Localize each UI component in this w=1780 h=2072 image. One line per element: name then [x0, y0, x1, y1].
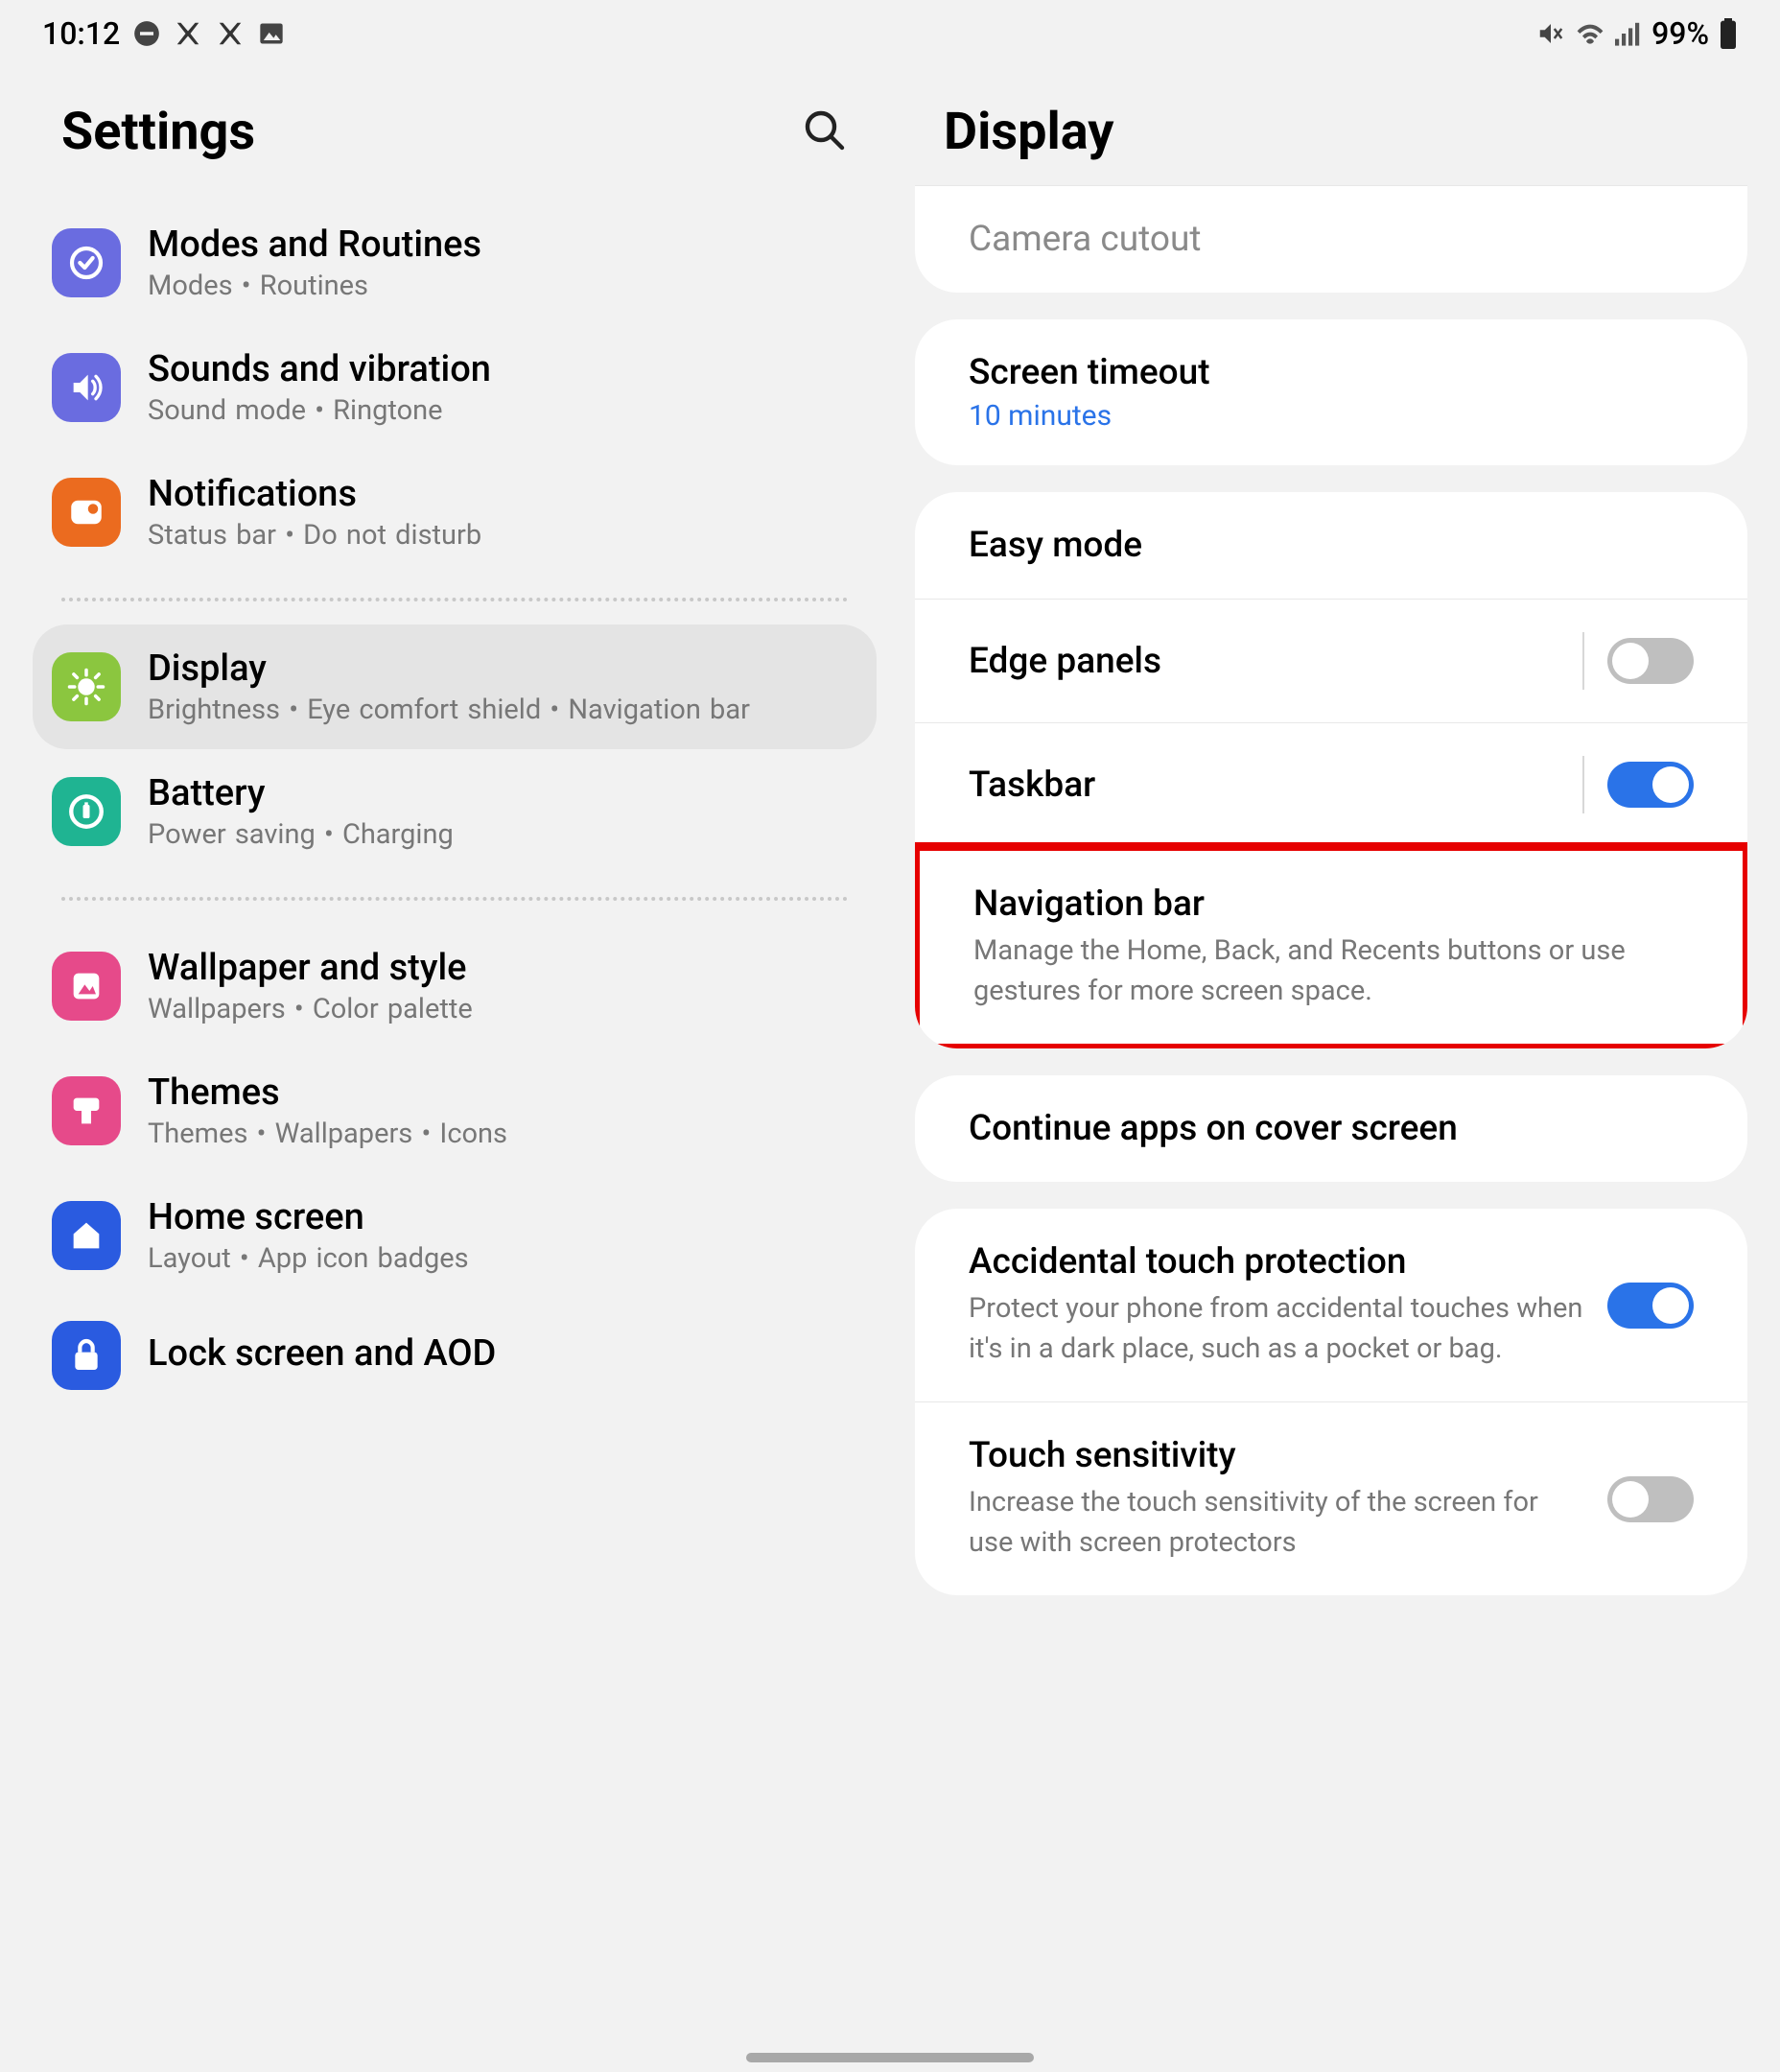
settings-item-subtitle: Status bar • Do not disturb	[148, 519, 857, 552]
taskbar-toggle[interactable]	[1607, 762, 1694, 808]
routines-icon	[52, 228, 121, 297]
card-value: 10 minutes	[969, 399, 1694, 433]
themes-icon	[52, 1076, 121, 1145]
card-title: Camera cutout	[969, 219, 1694, 260]
settings-title: Settings	[61, 102, 255, 162]
display-title: Display	[944, 102, 1113, 162]
divider	[61, 897, 848, 901]
signal-icon	[1615, 21, 1642, 46]
card-title: Continue apps on cover screen	[969, 1108, 1694, 1149]
card-display-options: Easy mode Edge panels Taskbar Navigation…	[915, 492, 1747, 1048]
settings-item-title: Themes	[148, 1071, 857, 1114]
settings-item-subtitle: Sound mode • Ringtone	[148, 394, 857, 427]
toggle-divider	[1582, 756, 1584, 813]
settings-item-themes[interactable]: Themes Themes • Wallpapers • Icons	[33, 1048, 877, 1173]
toggle-divider	[1582, 632, 1584, 690]
settings-item-subtitle: Power saving • Charging	[148, 818, 857, 851]
item-continue-apps[interactable]: Continue apps on cover screen	[915, 1075, 1747, 1182]
display-pane: Display Camera cutout Screen timeout 10 …	[915, 63, 1747, 1622]
card-screen-timeout: Screen timeout 10 minutes	[915, 319, 1747, 465]
sounds-icon	[52, 353, 121, 422]
card-title: Edge panels	[969, 641, 1161, 682]
home-indicator[interactable]	[746, 2053, 1034, 2062]
card-continue-apps: Continue apps on cover screen	[915, 1075, 1747, 1182]
card-touch: Accidental touch protection Protect your…	[915, 1209, 1747, 1595]
x-app-icon	[174, 19, 202, 48]
home-screen-icon	[52, 1201, 121, 1270]
wifi-icon	[1575, 20, 1605, 47]
settings-item-sounds[interactable]: Sounds and vibration Sound mode • Ringto…	[33, 325, 877, 450]
settings-item-title: Display	[148, 648, 857, 690]
settings-item-title: Home screen	[148, 1196, 857, 1238]
settings-item-subtitle: Modes • Routines	[148, 270, 857, 302]
settings-item-subtitle: Layout • App icon badges	[148, 1242, 857, 1275]
settings-item-title: Lock screen and AOD	[148, 1332, 857, 1375]
settings-item-subtitle: Wallpapers • Color palette	[148, 993, 857, 1025]
settings-item-title: Wallpaper and style	[148, 947, 857, 989]
wallpaper-icon	[52, 952, 121, 1021]
accidental-touch-toggle[interactable]	[1607, 1283, 1694, 1329]
search-icon[interactable]	[802, 107, 848, 157]
edge-panels-toggle[interactable]	[1607, 638, 1694, 684]
battery-settings-icon	[52, 777, 121, 846]
item-navigation-bar[interactable]: Navigation bar Manage the Home, Back, an…	[915, 842, 1747, 1048]
settings-item-home-screen[interactable]: Home screen Layout • App icon badges	[33, 1173, 877, 1298]
settings-item-subtitle: Themes • Wallpapers • Icons	[148, 1118, 857, 1150]
settings-item-title: Modes and Routines	[148, 224, 857, 266]
settings-item-wallpaper[interactable]: Wallpaper and style Wallpapers • Color p…	[33, 924, 877, 1048]
item-camera-cutout[interactable]: Camera cutout	[915, 186, 1747, 293]
item-screen-timeout[interactable]: Screen timeout 10 minutes	[915, 319, 1747, 465]
card-title: Taskbar	[969, 765, 1095, 806]
settings-item-notifications[interactable]: Notifications Status bar • Do not distur…	[33, 450, 877, 575]
item-easy-mode[interactable]: Easy mode	[915, 492, 1747, 599]
divider	[61, 598, 848, 601]
settings-item-title: Battery	[148, 772, 857, 814]
settings-item-battery[interactable]: Battery Power saving • Charging	[33, 749, 877, 874]
settings-item-display[interactable]: Display Brightness • Eye comfort shield …	[33, 624, 877, 749]
card-subtitle: Protect your phone from accidental touch…	[969, 1288, 1588, 1369]
settings-item-subtitle: Brightness • Eye comfort shield • Naviga…	[148, 694, 857, 726]
status-bar: 10:12 99%	[0, 0, 1780, 63]
item-touch-sensitivity[interactable]: Touch sensitivity Increase the touch sen…	[915, 1401, 1747, 1595]
settings-pane: Settings Modes and Routines Modes • Rout…	[33, 63, 877, 1622]
card-title: Screen timeout	[969, 352, 1694, 393]
card-title: Accidental touch protection	[969, 1241, 1588, 1283]
status-left: 10:12	[42, 15, 285, 52]
settings-item-lock-screen[interactable]: Lock screen and AOD	[33, 1298, 877, 1413]
card-title: Touch sensitivity	[969, 1435, 1588, 1476]
item-edge-panels[interactable]: Edge panels	[915, 599, 1747, 722]
status-right: 99%	[1536, 15, 1738, 52]
notifications-icon	[52, 478, 121, 547]
display-icon	[52, 652, 121, 721]
card-camera-cutout: Camera cutout	[915, 185, 1747, 293]
status-time: 10:12	[42, 15, 120, 52]
image-icon	[258, 20, 285, 47]
dnd-icon	[133, 20, 160, 47]
settings-item-modes-routines[interactable]: Modes and Routines Modes • Routines	[33, 200, 877, 325]
settings-item-title: Notifications	[148, 473, 857, 515]
lock-screen-icon	[52, 1321, 121, 1390]
item-taskbar[interactable]: Taskbar	[915, 722, 1747, 846]
card-subtitle: Manage the Home, Back, and Recents butto…	[973, 930, 1689, 1011]
touch-sensitivity-toggle[interactable]	[1607, 1476, 1694, 1522]
item-accidental-touch[interactable]: Accidental touch protection Protect your…	[915, 1209, 1747, 1401]
settings-item-title: Sounds and vibration	[148, 348, 857, 390]
battery-percent: 99%	[1651, 15, 1709, 52]
card-title: Navigation bar	[973, 883, 1689, 925]
x-app-icon-2	[216, 19, 245, 48]
mute-icon	[1536, 19, 1565, 48]
card-subtitle: Increase the touch sensitivity of the sc…	[969, 1482, 1588, 1563]
battery-icon	[1719, 18, 1738, 49]
card-title: Easy mode	[969, 525, 1694, 566]
